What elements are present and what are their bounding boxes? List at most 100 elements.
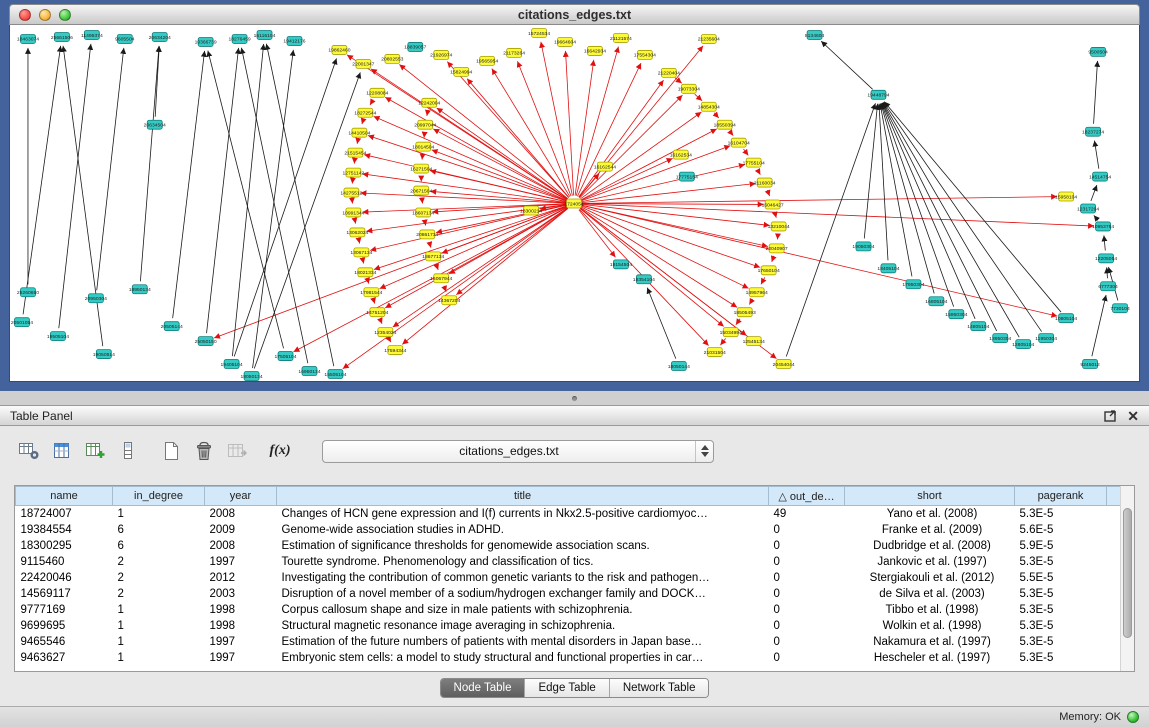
graph-node[interactable]: 19405104 bbox=[221, 360, 243, 369]
graph-node[interactable]: 15034994 bbox=[720, 328, 742, 337]
graph-edge[interactable] bbox=[254, 72, 360, 368]
graph-node[interactable]: 17981544 bbox=[360, 288, 382, 297]
graph-edge[interactable] bbox=[374, 206, 567, 269]
graph-node[interactable]: 20505144 bbox=[161, 322, 183, 331]
graph-node[interactable]: 15958104 bbox=[1055, 192, 1077, 201]
graph-edge[interactable] bbox=[582, 206, 761, 267]
graph-node[interactable]: 16162534 bbox=[670, 150, 692, 159]
graph-node[interactable]: 21235604 bbox=[698, 34, 720, 43]
table-row[interactable]: 969969511998Structural magnetic resonanc… bbox=[16, 618, 1122, 634]
table-row[interactable]: 946362711997Embryonic stem cells: a mode… bbox=[16, 650, 1122, 666]
graph-node[interactable]: 20671504 bbox=[410, 186, 432, 195]
graph-node[interactable]: 21220404 bbox=[658, 68, 680, 77]
graph-edge[interactable] bbox=[393, 208, 568, 327]
graph-node[interactable]: 18237274 bbox=[1082, 127, 1104, 136]
graph-edge[interactable] bbox=[232, 44, 263, 356]
graph-edge[interactable] bbox=[879, 104, 888, 261]
graph-edge[interactable] bbox=[207, 48, 239, 333]
graph-edge[interactable] bbox=[582, 205, 1058, 316]
graph-node[interactable]: 25260650 bbox=[17, 288, 39, 297]
graph-node[interactable]: 10953754 bbox=[1092, 222, 1114, 231]
graph-edge[interactable] bbox=[253, 50, 294, 368]
graph-node[interactable]: 18300214 bbox=[520, 206, 542, 215]
graph-edge[interactable] bbox=[444, 286, 446, 292]
graph-node[interactable]: 14275512 bbox=[340, 188, 362, 197]
tab-edge-table[interactable]: Edge Table bbox=[524, 679, 608, 697]
graph-edge[interactable] bbox=[775, 212, 777, 218]
graph-node[interactable]: 19154504 bbox=[610, 260, 632, 269]
graph-node[interactable]: 19862460 bbox=[328, 45, 350, 54]
graph-edge[interactable] bbox=[429, 242, 431, 248]
graph-node[interactable]: 18014504 bbox=[412, 142, 434, 151]
graph-edge[interactable] bbox=[575, 60, 594, 196]
tab-network-table[interactable]: Network Table bbox=[609, 679, 709, 697]
graph-node[interactable]: 18021334 bbox=[354, 268, 376, 277]
graph-edge[interactable] bbox=[363, 260, 364, 263]
graph-node[interactable]: 13950304 bbox=[989, 334, 1011, 343]
graph-edge[interactable] bbox=[730, 131, 734, 136]
graph-edge[interactable] bbox=[492, 69, 570, 197]
graph-edge[interactable] bbox=[580, 208, 776, 358]
graph-node[interactable]: 19664604 bbox=[554, 37, 576, 46]
graph-node[interactable]: 22040907 bbox=[766, 244, 788, 253]
graph-edge[interactable] bbox=[368, 136, 567, 201]
graph-node[interactable]: 14367204 bbox=[438, 296, 460, 305]
graph-node[interactable]: 20802553 bbox=[381, 54, 403, 63]
graph-edge[interactable] bbox=[374, 116, 567, 200]
graph-node[interactable]: 12805104 bbox=[1012, 340, 1034, 349]
graph-edge[interactable] bbox=[1094, 61, 1098, 124]
column-header-title[interactable]: title bbox=[277, 487, 769, 506]
graph-edge[interactable] bbox=[864, 104, 877, 239]
graph-node[interactable]: 19505104 bbox=[47, 332, 69, 341]
graph-edge[interactable] bbox=[380, 320, 382, 324]
graph-node[interactable]: 20634204 bbox=[149, 32, 171, 41]
graph-edge[interactable] bbox=[541, 42, 573, 196]
import-table-button[interactable] bbox=[224, 439, 250, 463]
graph-edge[interactable] bbox=[675, 78, 682, 83]
graph-node[interactable]: 18550394 bbox=[714, 120, 736, 129]
table-row[interactable]: 911546021997Tourette syndrome. Phenomeno… bbox=[16, 554, 1122, 570]
graph-edge[interactable] bbox=[744, 149, 749, 155]
graph-edge[interactable] bbox=[1094, 141, 1098, 169]
graph-node[interactable]: 20454044 bbox=[773, 360, 795, 369]
graph-edge[interactable] bbox=[59, 44, 91, 328]
graph-node[interactable]: 12751142 bbox=[343, 168, 365, 177]
graph-edge[interactable] bbox=[883, 103, 1019, 338]
graph-edge[interactable] bbox=[97, 48, 124, 290]
graph-node[interactable]: 14805104 bbox=[967, 322, 989, 331]
zoom-window-button[interactable] bbox=[59, 9, 71, 21]
table-select-dropdown[interactable]: citations_edges.txt bbox=[322, 440, 714, 463]
function-builder-button[interactable]: f(x) bbox=[267, 439, 293, 463]
graph-node[interactable]: 9500504 bbox=[1088, 47, 1108, 56]
graph-node[interactable]: 6777304 bbox=[1098, 282, 1118, 291]
graph-node[interactable]: 10991344 bbox=[342, 208, 364, 217]
graph-node[interactable]: 17755104 bbox=[743, 158, 765, 167]
graph-node[interactable]: 25661506 bbox=[51, 32, 73, 41]
graph-node[interactable]: 18839057 bbox=[404, 42, 426, 51]
graph-node[interactable]: 16642934 bbox=[584, 46, 606, 55]
graph-node[interactable]: 16950134 bbox=[298, 367, 320, 376]
graph-node[interactable]: 21031504 bbox=[704, 348, 726, 357]
graph-edge[interactable] bbox=[241, 48, 307, 363]
graph-node[interactable]: 18505493 bbox=[734, 308, 756, 317]
graph-edge[interactable] bbox=[173, 51, 205, 318]
graph-edge[interactable] bbox=[437, 108, 568, 199]
column-header-out_degree[interactable]: △ out_de… bbox=[769, 487, 845, 506]
graph-node[interactable]: 21121574 bbox=[610, 33, 632, 42]
graph-node[interactable]: 20997044 bbox=[414, 120, 436, 129]
graph-node[interactable]: 15950304 bbox=[945, 310, 967, 319]
graph-edge[interactable] bbox=[695, 94, 702, 101]
table-row[interactable]: 1872400712008Changes of HCN gene express… bbox=[16, 506, 1122, 522]
close-panel-icon[interactable]: ✕ bbox=[1127, 409, 1139, 423]
graph-edge[interactable] bbox=[380, 207, 567, 289]
graph-edge[interactable] bbox=[582, 197, 1057, 204]
graph-edge[interactable] bbox=[425, 220, 426, 225]
graph-node[interactable]: 17775154 bbox=[676, 172, 698, 181]
graph-node[interactable]: 13210044 bbox=[768, 222, 790, 231]
column-header-year[interactable]: year bbox=[205, 487, 277, 506]
graph-node[interactable]: 16271504 bbox=[410, 164, 432, 173]
graph-node[interactable]: 21515454 bbox=[344, 148, 366, 157]
graph-edge[interactable] bbox=[749, 299, 752, 304]
graph-node[interactable]: 9245012 bbox=[1080, 360, 1100, 369]
graph-node[interactable]: 16116104 bbox=[254, 30, 276, 39]
